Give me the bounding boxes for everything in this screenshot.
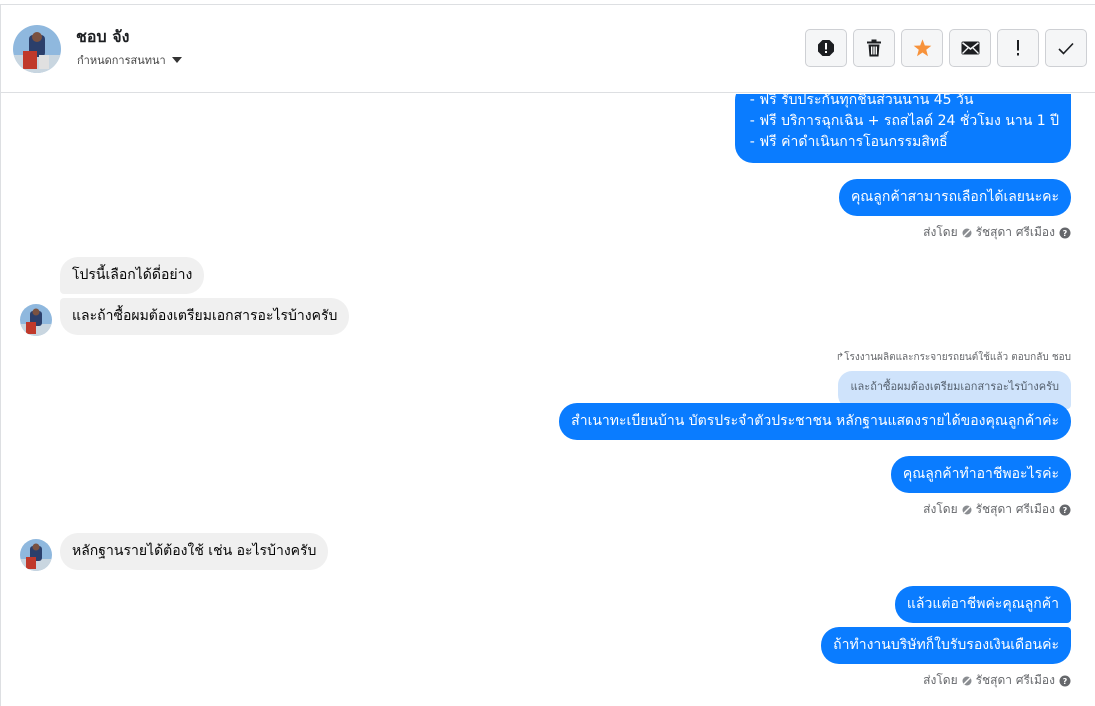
report-button[interactable]	[805, 29, 847, 67]
message-bubble-outgoing[interactable]: คุณลูกค้าทำอาชีพอะไรค่ะ	[890, 456, 1071, 493]
message-bubble-outgoing[interactable]: ถ้าทำงานบริษัทก็ใบรับรองเงินเดือนค่ะ	[821, 627, 1071, 664]
sent-by-line: ส่งโดย รัชสุดา ศรีเมือง ?	[923, 223, 1071, 242]
contact-avatar-small[interactable]	[20, 539, 52, 571]
mark-done-button[interactable]	[1045, 29, 1087, 67]
message-bubble-incoming[interactable]: หลักฐานรายได้ต้องใช้ เช่น อะไรบ้างครับ	[60, 533, 329, 570]
contact-avatar[interactable]	[13, 25, 61, 73]
blocked-icon	[962, 676, 972, 685]
help-icon: ?	[1059, 227, 1071, 238]
message-bubble-outgoing[interactable]: - ฟรี รับประกันทุกชิ้นส่วนนาน 45 วัน - ฟ…	[734, 94, 1071, 163]
message-list[interactable]: - ฟรี รับประกันทุกชิ้นส่วนนาน 45 วัน - ฟ…	[1, 94, 1095, 706]
star-icon	[913, 39, 931, 57]
sent-by-prefix: ส่งโดย	[923, 673, 958, 687]
message-line: - ฟรี รับประกันทุกชิ้นส่วนนาน 45 วัน	[749, 94, 974, 108]
conversation-panel: ชอบ จัง กำหนดการสนทนา - ฟรี รับประกันทุก…	[0, 4, 1095, 706]
delete-button[interactable]	[853, 29, 895, 67]
star-button[interactable]	[901, 29, 943, 67]
contact-name: ชอบ จัง	[76, 27, 130, 46]
mark-spam-button[interactable]	[997, 29, 1039, 67]
reply-arrow-icon: ↱	[835, 352, 845, 363]
sent-by-prefix: ส่งโดย	[923, 502, 958, 516]
message-bubble-incoming[interactable]: โปรนี้เลือกได้ดี่อย่าง	[60, 257, 205, 294]
message-line: - ฟรี ค่าดำเนินการโอนกรรมสิทธิ์	[749, 134, 948, 150]
report-icon	[818, 40, 834, 56]
message-bubble-incoming[interactable]: และถ้าซื้อผมต้องเตรียมเอกสารอะไรบ้างครับ	[60, 298, 350, 335]
svg-text:?: ?	[1063, 677, 1068, 686]
exclamation-icon	[1017, 40, 1019, 56]
message-bubble-outgoing[interactable]: คุณลูกค้าสามารถเลือกได้เลยนะคะ	[838, 179, 1071, 216]
sent-by-prefix: ส่งโดย	[923, 225, 958, 239]
help-icon: ?	[1059, 675, 1071, 686]
trash-icon	[867, 39, 881, 57]
sent-by-line: ส่งโดย รัชสุดา ศรีเมือง ?	[923, 671, 1071, 690]
svg-text:?: ?	[1063, 506, 1068, 515]
message-bubble-outgoing[interactable]: สำเนาทะเบียนบ้าน บัตรประจำตัวประชาชน หลั…	[559, 403, 1071, 440]
header-toolbar	[805, 29, 1087, 67]
conversation-header: ชอบ จัง กำหนดการสนทนา	[1, 5, 1095, 93]
reply-context: ↱โรงงานผลิตและกระจายรถยนต์ใช้แล้ว ตอบกลั…	[835, 352, 1071, 363]
sent-by-agent: รัชสุดา ศรีเมือง	[975, 673, 1055, 687]
sent-by-agent: รัชสุดา ศรีเมือง	[975, 502, 1055, 516]
help-icon: ?	[1059, 504, 1071, 515]
sent-by-line: ส่งโดย รัชสุดา ศรีเมือง ?	[923, 500, 1071, 519]
mark-unread-button[interactable]	[949, 29, 991, 67]
envelope-icon	[961, 41, 979, 55]
blocked-icon	[962, 228, 972, 237]
caret-down-icon	[171, 57, 182, 63]
conversation-assign-label: กำหนดการสนทนา	[77, 54, 166, 67]
contact-avatar-small[interactable]	[20, 304, 52, 336]
sent-by-agent: รัชสุดา ศรีเมือง	[975, 225, 1055, 239]
message-line: - ฟรี บริการฉุกเฉิน + รถสไลด์ 24 ชั่วโมง…	[749, 113, 1059, 129]
conversation-assign-dropdown[interactable]: กำหนดการสนทนา	[77, 51, 182, 69]
check-icon	[1058, 42, 1074, 55]
blocked-icon	[962, 505, 972, 514]
message-bubble-outgoing[interactable]: แล้วแต่อาชีพค่ะคุณลูกค้า	[894, 586, 1071, 623]
svg-text:?: ?	[1063, 229, 1068, 238]
